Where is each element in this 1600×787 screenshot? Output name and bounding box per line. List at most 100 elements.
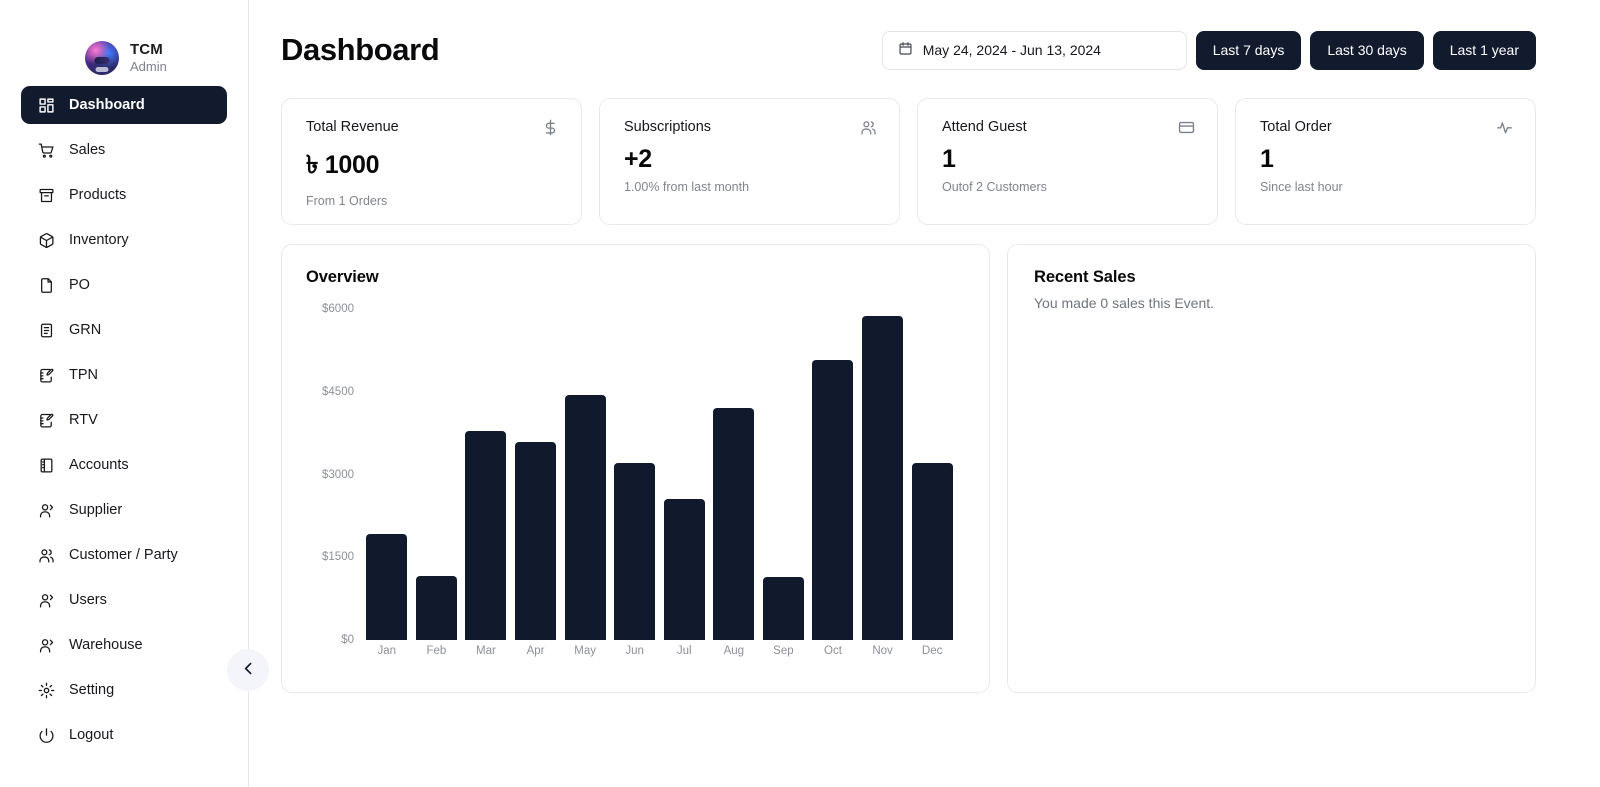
bar-column[interactable]: [511, 309, 561, 640]
brand-role: Admin: [130, 58, 167, 74]
sidebar-item-logout[interactable]: Logout: [21, 716, 227, 754]
sidebar-item-inventory[interactable]: Inventory: [21, 221, 227, 259]
sidebar-item-label: Setting: [69, 682, 115, 698]
users-icon: [37, 546, 55, 564]
sidebar-item-label: Warehouse: [69, 637, 143, 653]
sidebar-item-label: Dashboard: [69, 97, 145, 113]
sidebar-item-sales[interactable]: Sales: [21, 131, 227, 169]
bar-column[interactable]: [362, 309, 412, 640]
last-30-days-button[interactable]: Last 30 days: [1310, 30, 1424, 70]
top-actions: May 24, 2024 - Jun 13, 2024 Last 7 days …: [881, 30, 1536, 70]
overview-title: Overview: [306, 268, 379, 286]
bar-column[interactable]: [759, 309, 809, 640]
bar-column[interactable]: [907, 309, 957, 640]
sidebar-item-label: Inventory: [69, 232, 129, 248]
stat-card-attend-guest: Attend Guest 1 Outof 2 Customers: [917, 98, 1218, 225]
chart-bar[interactable]: [614, 462, 656, 640]
user-icon: [37, 636, 55, 654]
x-axis-label: Mar: [476, 645, 496, 657]
sidebar-item-po[interactable]: PO: [21, 266, 227, 304]
sidebar-item-users[interactable]: Users: [21, 581, 227, 619]
bar-column[interactable]: [709, 309, 759, 640]
stat-card-title: Attend Guest: [942, 119, 1027, 135]
bar-column[interactable]: [808, 309, 858, 640]
chart-bar[interactable]: [415, 575, 457, 640]
x-axis-label: Jul: [676, 645, 692, 657]
last-7-days-button[interactable]: Last 7 days: [1195, 30, 1302, 70]
x-axis-label: Jan: [377, 645, 397, 657]
stat-card-total-order: Total Order 1 Since last hour: [1235, 98, 1536, 225]
chart-bar[interactable]: [564, 394, 606, 640]
x-axis-label: Jun: [625, 645, 644, 657]
chart-bar[interactable]: [515, 441, 557, 640]
sidebar-item-label: Accounts: [69, 457, 129, 473]
stat-card-subscriptions: Subscriptions +2 1.00% from last month: [599, 98, 900, 225]
stat-card-title: Subscriptions: [624, 119, 712, 135]
brand-name: TCM: [130, 41, 163, 59]
sidebar-item-supplier[interactable]: Supplier: [21, 491, 227, 529]
y-axis-tick: $1500: [322, 551, 354, 564]
users-icon: [860, 119, 877, 136]
sidebar-item-label: Customer / Party: [69, 547, 178, 563]
stat-card-title: Total Revenue: [306, 119, 399, 135]
power-icon: [37, 726, 55, 744]
bar-column[interactable]: [412, 309, 462, 640]
dashboard-app: TCM Admin Dashboard Sales Products Inven…: [0, 0, 1600, 787]
sidebar-collapse-button[interactable]: [227, 649, 269, 691]
stat-card-sub: From 1 Orders: [306, 194, 388, 208]
sidebar-item-grn[interactable]: GRN: [21, 311, 227, 349]
sidebar-item-accounts[interactable]: Accounts: [21, 446, 227, 484]
x-axis-label: Feb: [426, 645, 447, 657]
sidebar-item-label: PO: [69, 277, 90, 293]
chart-x-axis: Jan Feb Mar Apr May Jun Jul Aug Sep Oct Nov Dec: [362, 645, 957, 657]
credit-card-icon: [1178, 119, 1195, 136]
sidebar-item-warehouse[interactable]: Warehouse: [21, 626, 227, 664]
x-axis-label: Nov: [872, 645, 893, 657]
y-axis-tick: $0: [341, 634, 354, 646]
calendar-icon: [898, 41, 913, 59]
sidebar-item-products[interactable]: Products: [21, 176, 227, 214]
sidebar-item-label: TPN: [69, 367, 98, 383]
last-1-year-button[interactable]: Last 1 year: [1432, 30, 1536, 70]
notebook-pen-icon: [37, 366, 55, 384]
y-axis-tick: $6000: [322, 303, 354, 315]
sidebar-item-customer-party[interactable]: Customer / Party: [21, 536, 227, 574]
chart-bar[interactable]: [663, 498, 705, 640]
book-icon: [37, 456, 55, 474]
x-axis-label: Dec: [921, 645, 943, 657]
chart-bar[interactable]: [713, 408, 755, 640]
chart-bar[interactable]: [366, 533, 408, 640]
bar-column[interactable]: [560, 309, 610, 640]
bar-column[interactable]: [659, 309, 709, 640]
sidebar-item-rtv[interactable]: RTV: [21, 401, 227, 439]
sidebar-item-dashboard[interactable]: Dashboard: [21, 86, 227, 124]
stat-card-value: 1: [942, 145, 956, 173]
activity-icon: [1496, 119, 1513, 136]
grid-icon: [37, 96, 55, 114]
sidebar-item-label: RTV: [69, 412, 98, 428]
recent-sales-subtitle: You made 0 sales this Event.: [1034, 295, 1215, 311]
stat-card-sub: Outof 2 Customers: [942, 180, 1047, 194]
y-axis-tick: $3000: [322, 468, 354, 481]
bar-column[interactable]: [858, 309, 908, 640]
chart-bar[interactable]: [465, 431, 507, 640]
date-range-picker[interactable]: May 24, 2024 - Jun 13, 2024: [881, 30, 1187, 70]
bar-column[interactable]: [610, 309, 660, 640]
brand-block: TCM Admin: [0, 0, 248, 86]
chart-bar[interactable]: [762, 576, 804, 640]
sidebar-item-label: Supplier: [69, 502, 123, 518]
sidebar-item-setting[interactable]: Setting: [21, 671, 227, 709]
archive-box-icon: [37, 186, 55, 204]
notebook-pen-icon: [37, 411, 55, 429]
bar-column[interactable]: [461, 309, 511, 640]
chart-bar[interactable]: [911, 462, 953, 640]
date-range-value: May 24, 2024 - Jun 13, 2024: [922, 42, 1101, 58]
gear-icon: [37, 681, 55, 699]
panels-row: Overview $0 $1500 $3000 $4500 $6000 Jan Feb Ma…: [281, 244, 1536, 693]
chart-bar[interactable]: [862, 316, 904, 640]
sidebar-item-tpn[interactable]: TPN: [21, 356, 227, 394]
stat-card-total-revenue: Total Revenue ৳ 1000 From 1 Orders: [281, 98, 582, 225]
chart-bar[interactable]: [812, 359, 854, 640]
y-axis-tick: $4500: [322, 385, 354, 398]
sidebar-item-label: Products: [69, 187, 127, 203]
